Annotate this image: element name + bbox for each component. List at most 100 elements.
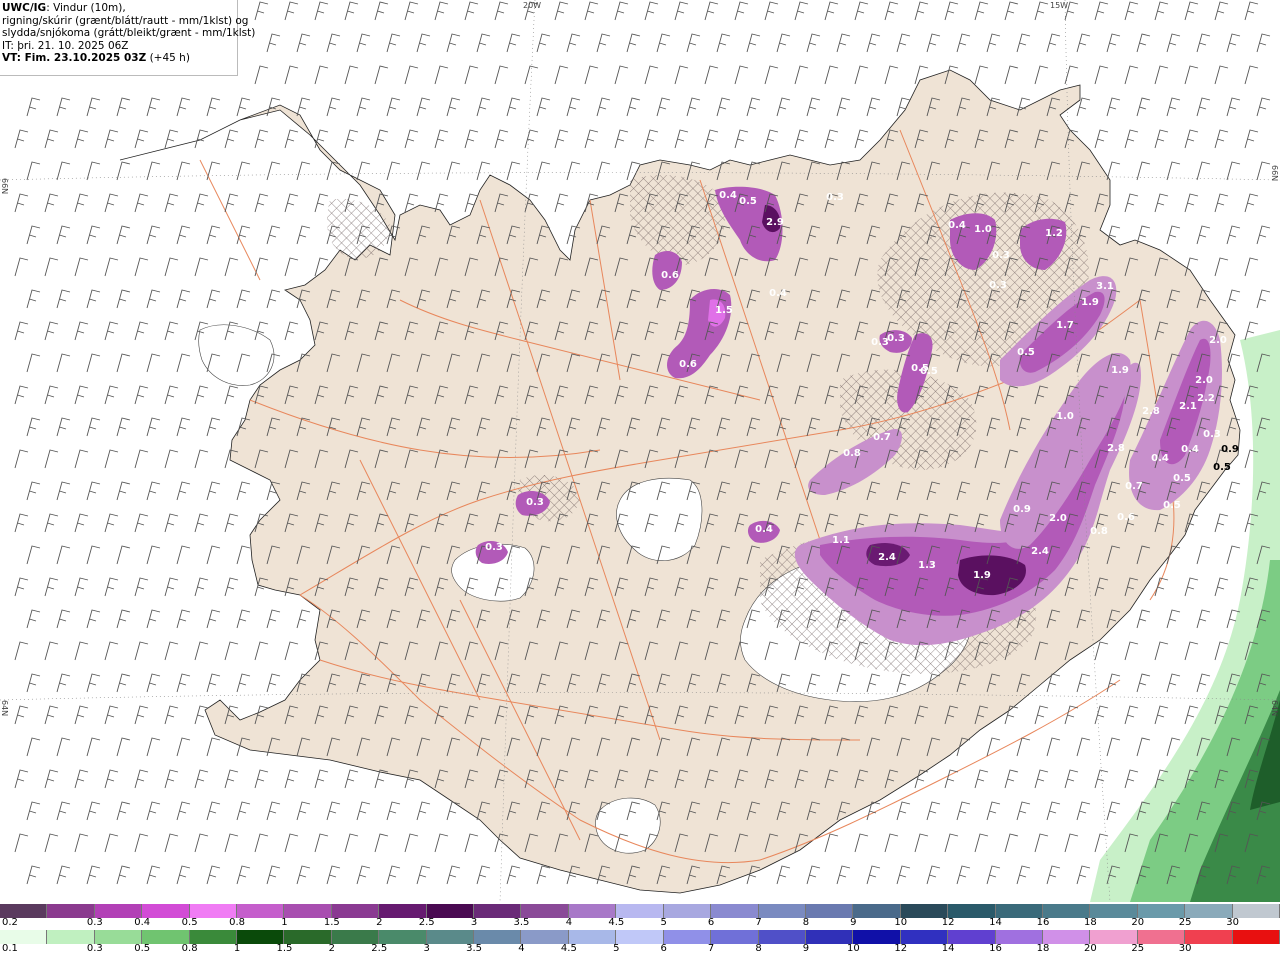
wind-barb bbox=[44, 641, 59, 661]
legend-label: 7 bbox=[707, 943, 715, 954]
wind-barb bbox=[104, 449, 119, 469]
wind-barb bbox=[296, 33, 311, 53]
wind-barb bbox=[1064, 833, 1079, 853]
wind-barb bbox=[1094, 705, 1109, 725]
wind-barb bbox=[116, 737, 131, 757]
legend-swatch bbox=[805, 904, 854, 918]
legend-swatch bbox=[94, 930, 143, 944]
wind-barb bbox=[26, 97, 41, 117]
legend-label: 1 bbox=[281, 917, 288, 928]
legend-label: 0.4 bbox=[134, 917, 151, 928]
legend-label: 18 bbox=[1036, 943, 1050, 954]
wind-barb bbox=[776, 865, 791, 885]
wind-barb bbox=[446, 865, 461, 885]
wind-barb bbox=[74, 321, 89, 341]
wind-barb bbox=[974, 1, 989, 21]
wind-barb bbox=[386, 801, 401, 821]
lat-label-64n-left: 64N bbox=[0, 700, 9, 716]
wind-barb bbox=[74, 449, 89, 469]
precip-value: 2.4 bbox=[878, 552, 896, 563]
legend-label: 20 bbox=[1131, 917, 1145, 928]
wind-barb bbox=[116, 673, 131, 693]
legend-swatch bbox=[47, 904, 95, 918]
wind-barb bbox=[524, 129, 539, 149]
precip-value: 0.3 bbox=[826, 192, 844, 203]
wind-barb bbox=[884, 1, 899, 21]
wind-barb bbox=[446, 33, 461, 53]
wind-barb bbox=[1106, 673, 1121, 693]
wind-barb bbox=[176, 97, 191, 117]
legend-label: 3 bbox=[470, 917, 478, 928]
wind-barb bbox=[944, 1, 959, 21]
wind-barb bbox=[344, 769, 359, 789]
wind-barb bbox=[116, 417, 131, 437]
wind-barb bbox=[1184, 129, 1199, 149]
legend-label: 0.3 bbox=[86, 943, 103, 954]
wind-barb bbox=[206, 289, 221, 309]
wind-barb bbox=[176, 801, 191, 821]
wind-barb bbox=[26, 481, 41, 501]
wind-barb bbox=[1244, 65, 1259, 85]
wind-barb bbox=[404, 65, 419, 85]
wind-barb bbox=[434, 833, 449, 853]
wind-barb bbox=[134, 321, 149, 341]
wind-barb bbox=[284, 129, 299, 149]
wind-barb bbox=[1226, 545, 1241, 565]
wind-barb bbox=[1034, 769, 1049, 789]
wind-barb bbox=[404, 129, 419, 149]
wind-barb bbox=[884, 65, 899, 85]
legend-swatch bbox=[426, 904, 475, 918]
wind-barb bbox=[74, 833, 89, 853]
precip-value: 0.4 bbox=[948, 220, 966, 231]
wind-barb bbox=[434, 129, 449, 149]
wind-barb bbox=[224, 513, 239, 533]
legend-description-line3: slydda/snjókoma (grátt/bleikt/grænt - mm… bbox=[2, 27, 256, 39]
wind-barb bbox=[164, 257, 179, 277]
wind-barb bbox=[86, 161, 101, 181]
precip-value: 2.9 bbox=[766, 217, 784, 228]
wind-barb bbox=[446, 161, 461, 181]
wind-barb bbox=[986, 865, 1001, 885]
wind-barb bbox=[74, 577, 89, 597]
wind-barb bbox=[224, 577, 239, 597]
wind-barb bbox=[26, 673, 41, 693]
wind-barb bbox=[194, 385, 209, 405]
wind-barb bbox=[464, 129, 479, 149]
wind-barb bbox=[566, 33, 581, 53]
wind-barb bbox=[296, 161, 311, 181]
model-name: UWC/IG bbox=[2, 2, 47, 14]
wind-barb bbox=[584, 65, 599, 85]
precip-value: 1.9 bbox=[973, 570, 991, 581]
precip-value: 0.5 bbox=[1017, 347, 1035, 358]
wind-barb bbox=[74, 385, 89, 405]
legend-swatch bbox=[426, 930, 475, 944]
wind-barb bbox=[554, 1, 569, 21]
wind-barb bbox=[134, 833, 149, 853]
wind-barb bbox=[236, 801, 251, 821]
wind-barb bbox=[104, 321, 119, 341]
wind-barb bbox=[626, 97, 641, 117]
legend-label: 18 bbox=[1083, 917, 1097, 928]
wind-barb bbox=[716, 97, 731, 117]
wind-barb bbox=[386, 161, 401, 181]
wind-barb bbox=[14, 129, 29, 149]
legend-snow-labels: 0.2 0.3 0.4 0.5 0.8 1 1.5 2 2.5 3 3.5 4 4.5 5 6 7 8 9 10 12… bbox=[0, 917, 1280, 930]
precip-value: 0.7 bbox=[873, 432, 891, 443]
wind-barb bbox=[146, 609, 161, 629]
wind-barb bbox=[1154, 705, 1169, 725]
wind-barb bbox=[14, 577, 29, 597]
wind-barb bbox=[164, 321, 179, 341]
wind-barb bbox=[716, 33, 731, 53]
wind-barb bbox=[86, 737, 101, 757]
legend-swatch bbox=[189, 904, 238, 918]
wind-barb bbox=[1094, 1, 1109, 21]
glacier-myrdalsjokull bbox=[595, 797, 661, 854]
legend-swatch bbox=[663, 904, 712, 918]
wind-barb bbox=[1154, 641, 1169, 661]
wind-barb bbox=[74, 129, 89, 149]
wind-barb bbox=[1184, 641, 1199, 661]
wind-barb bbox=[344, 129, 359, 149]
wind-barb bbox=[116, 225, 131, 245]
wind-barb bbox=[746, 97, 761, 117]
wind-barb bbox=[236, 673, 251, 693]
